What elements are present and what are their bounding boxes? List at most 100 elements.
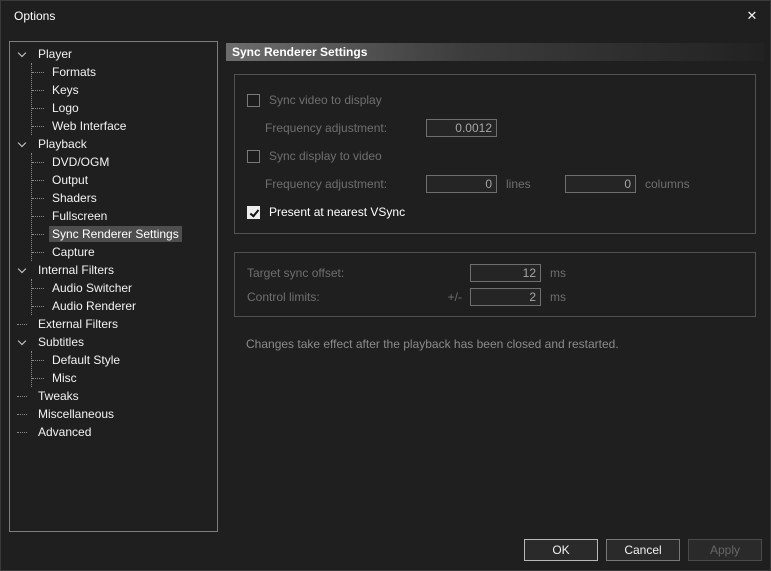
tree-item-label: DVD/OGM xyxy=(52,155,110,169)
tree-item-formats[interactable]: Formats xyxy=(32,63,217,81)
tree-item-audio-switcher[interactable]: Audio Switcher xyxy=(32,279,217,297)
lines-unit-label: lines xyxy=(506,177,531,191)
tree-item-label: Logo xyxy=(52,101,79,115)
target-offset-unit-label: ms xyxy=(550,266,566,280)
tree-item-logo[interactable]: Logo xyxy=(32,99,217,117)
tree-item-tweaks[interactable]: Tweaks xyxy=(10,387,217,405)
tree-item-fullscreen[interactable]: Fullscreen xyxy=(32,207,217,225)
tree-connector-line xyxy=(32,251,44,253)
tree-item-label: Advanced xyxy=(38,425,92,439)
tree-item-advanced[interactable]: Advanced xyxy=(10,423,217,441)
tree-connector-line xyxy=(32,377,44,379)
tree-connector-line xyxy=(32,125,44,127)
close-icon[interactable]: ✕ xyxy=(734,1,770,31)
tree-item-playback[interactable]: Playback xyxy=(10,135,217,153)
tree-item-label: External Filters xyxy=(38,317,119,331)
tree-connector-line xyxy=(32,107,44,109)
tree-item-label: Capture xyxy=(52,245,95,259)
tree-children: Audio Switcher Audio Renderer xyxy=(31,279,217,315)
target-sync-offset-input[interactable] xyxy=(470,264,541,282)
expand-chevron-icon[interactable] xyxy=(17,265,27,275)
control-limits-unit-label: ms xyxy=(550,290,566,304)
tree-item-label: Playback xyxy=(38,137,87,151)
options-dialog: Options ✕ Player Formats Keys Logo Web Inter… xyxy=(0,0,771,571)
sync-offset-group: Target sync offset: ms Control limits: +… xyxy=(234,252,756,317)
restart-note: Changes take effect after the playback h… xyxy=(246,337,619,351)
frequency-adjustment-label: Frequency adjustment: xyxy=(265,177,388,191)
tree-item-label: Keys xyxy=(52,83,79,97)
settings-panel: Sync Renderer Settings Sync video to dis… xyxy=(226,43,764,351)
columns-unit-label: columns xyxy=(645,177,690,191)
tree-item-capture[interactable]: Capture xyxy=(32,243,217,261)
sync-video-row: Sync video to display xyxy=(247,90,755,110)
tree-item-internal-filters[interactable]: Internal Filters xyxy=(10,261,217,279)
expand-chevron-icon[interactable] xyxy=(17,139,27,149)
tree-item-web-interface[interactable]: Web Interface xyxy=(32,117,217,135)
sync-display-to-video-checkbox[interactable] xyxy=(247,149,260,163)
tree-connector-line xyxy=(32,233,44,235)
target-sync-offset-label: Target sync offset: xyxy=(247,266,345,280)
sync-video-to-display-checkbox[interactable] xyxy=(247,93,260,107)
ok-button[interactable]: OK xyxy=(524,539,598,561)
sync-display-row: Sync display to video xyxy=(247,146,755,166)
tree-connector-line xyxy=(32,179,44,181)
present-nearest-vsync-label: Present at nearest VSync xyxy=(269,205,406,219)
tree-connector-line xyxy=(17,395,27,397)
tree-item-label: Player xyxy=(38,47,73,61)
tree-connector-line xyxy=(32,359,44,361)
frequency-adjustment-row-2: Frequency adjustment: lines columns xyxy=(247,174,755,194)
tree-item-label: Subtitles xyxy=(38,335,85,349)
tree-item-dvd-ogm[interactable]: DVD/OGM xyxy=(32,153,217,171)
expand-chevron-icon[interactable] xyxy=(17,337,27,347)
lines-input[interactable] xyxy=(426,175,497,193)
frequency-adjustment-input[interactable] xyxy=(426,119,497,137)
tree-connector-line xyxy=(32,305,44,307)
expand-chevron-icon[interactable] xyxy=(17,49,27,59)
sync-settings-group: Sync video to display Frequency adjustme… xyxy=(234,74,756,234)
tree-connector-line xyxy=(17,323,27,325)
tree-item-player[interactable]: Player xyxy=(10,45,217,63)
frequency-adjustment-row-1: Frequency adjustment: xyxy=(247,118,755,138)
present-nearest-vsync-checkbox[interactable] xyxy=(247,205,260,219)
sync-display-to-video-label: Sync display to video xyxy=(269,149,382,163)
tree-connector-line xyxy=(17,431,27,433)
tree-children: Default Style Misc xyxy=(31,351,217,387)
columns-input[interactable] xyxy=(565,175,636,193)
tree-item-sync-renderer-settings[interactable]: Sync Renderer Settings xyxy=(32,225,217,243)
tree-children: DVD/OGM Output Shaders Fullscreen Sync Rende… xyxy=(31,153,217,261)
tree-item-label: Output xyxy=(52,173,89,187)
tree-connector-line xyxy=(32,287,44,289)
tree-item-label: Audio Renderer xyxy=(52,299,137,313)
options-tree: Player Formats Keys Logo Web Interface Playba… xyxy=(9,41,218,532)
tree-item-label: Misc xyxy=(52,371,77,385)
apply-button[interactable]: Apply xyxy=(688,539,762,561)
tree-connector-line xyxy=(32,215,44,217)
tree-children: Formats Keys Logo Web Interface xyxy=(31,63,217,135)
frequency-adjustment-label: Frequency adjustment: xyxy=(265,121,388,135)
sync-video-to-display-label: Sync video to display xyxy=(269,93,382,107)
titlebar: Options ✕ xyxy=(1,1,770,31)
tree-item-subtitles[interactable]: Subtitles xyxy=(10,333,217,351)
tree-connector-line xyxy=(17,413,27,415)
panel-title: Sync Renderer Settings xyxy=(226,43,764,61)
tree-item-label: Web Interface xyxy=(52,119,127,133)
cancel-button[interactable]: Cancel xyxy=(606,539,680,561)
tree-item-miscellaneous[interactable]: Miscellaneous xyxy=(10,405,217,423)
tree-item-audio-renderer[interactable]: Audio Renderer xyxy=(32,297,217,315)
tree-item-label: Formats xyxy=(52,65,97,79)
tree-item-misc[interactable]: Misc xyxy=(32,369,217,387)
tree-item-label: Sync Renderer Settings xyxy=(49,226,182,242)
control-limits-input[interactable] xyxy=(470,288,541,306)
control-limits-row: Control limits: +/- ms xyxy=(247,287,755,307)
tree-item-output[interactable]: Output xyxy=(32,171,217,189)
tree-item-shaders[interactable]: Shaders xyxy=(32,189,217,207)
tree-item-label: Default Style xyxy=(52,353,121,367)
tree-connector-line xyxy=(32,161,44,163)
tree-connector-line xyxy=(32,71,44,73)
tree-item-default-style[interactable]: Default Style xyxy=(32,351,217,369)
tree-connector-line xyxy=(32,197,44,199)
dialog-title: Options xyxy=(14,9,56,23)
tree-item-external-filters[interactable]: External Filters xyxy=(10,315,217,333)
tree-item-label: Tweaks xyxy=(38,389,79,403)
tree-item-keys[interactable]: Keys xyxy=(32,81,217,99)
